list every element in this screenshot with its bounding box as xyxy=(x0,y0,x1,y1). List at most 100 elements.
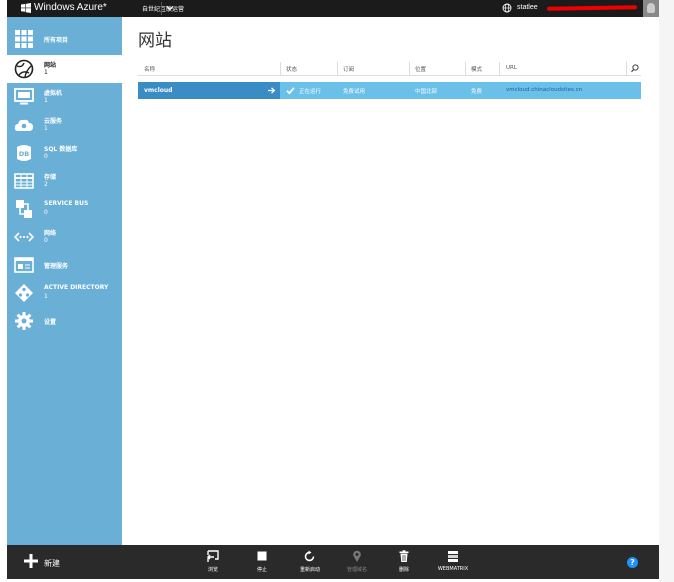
sidebar-item-label: 存储 xyxy=(44,174,57,181)
stop-button[interactable]: 停止 xyxy=(242,550,282,573)
sidebar-item-label: 网站 xyxy=(44,62,57,69)
chevron-down-icon[interactable] xyxy=(165,3,175,13)
column-divider xyxy=(499,62,500,75)
new-button[interactable]: 新建 xyxy=(44,558,60,569)
arrow-right-icon[interactable] xyxy=(267,86,276,95)
sidebar-item-count: 0 xyxy=(44,153,48,160)
avatar[interactable] xyxy=(643,0,659,17)
table-header: 名称 状态 订阅 位置 模式 URL xyxy=(138,62,641,76)
manage-domains-label: 管理域名 xyxy=(346,567,367,573)
window-edge xyxy=(659,0,674,582)
windows-logo-icon xyxy=(21,3,31,13)
column-divider xyxy=(337,62,338,75)
manage-domains-button[interactable]: 管理域名 xyxy=(337,550,377,573)
webmatrix-button[interactable]: WEBMATRIX xyxy=(433,550,473,572)
command-bar: 新建 浏览 停止 重新启动 管理域名 删除 WEBMATRIX ? xyxy=(7,545,659,579)
top-bar: Windows Azure* 自世纪互联运营 statlee xyxy=(7,0,659,17)
sidebar-item-virtual-machines[interactable]: 虚拟机 1 xyxy=(7,83,122,111)
sidebar: 所有项目 网站 1 虚拟机 1 云服务 1 DB SQL 数据库 0 存储 2 … xyxy=(7,17,122,545)
database-icon: DB xyxy=(17,145,31,161)
sidebar-item-networks[interactable]: 网络 0 xyxy=(7,223,122,251)
stop-icon xyxy=(257,551,267,561)
operator-label: 自世纪互联运营 xyxy=(142,6,185,13)
sidebar-item-label: 网络 xyxy=(44,230,57,237)
sidebar-item-label: 云服务 xyxy=(44,118,63,125)
mode-cell: 免费 xyxy=(471,89,483,95)
sidebar-item-label: 所有项目 xyxy=(44,37,69,44)
browse-icon xyxy=(207,550,219,562)
checkmark-icon xyxy=(286,87,295,95)
browse-button[interactable]: 浏览 xyxy=(193,550,233,573)
domain-icon xyxy=(353,550,361,562)
sidebar-item-all-items[interactable]: 所有项目 xyxy=(7,25,122,53)
stop-label: 停止 xyxy=(256,567,267,573)
grid-icon xyxy=(15,30,33,48)
delete-button[interactable]: 删除 xyxy=(384,550,424,573)
sidebar-item-sql-database[interactable]: DB SQL 数据库 0 xyxy=(7,139,122,167)
portal-window: Windows Azure* 自世纪互联运营 statlee 所有项目 网站 1… xyxy=(7,0,659,579)
website-name-cell[interactable]: vmcloud xyxy=(138,82,280,99)
redaction-mark xyxy=(546,5,638,11)
location-cell: 中国北部 xyxy=(415,89,438,95)
table-row[interactable]: vmcloud 正在运行 免费试用 中国北部 免费 vmcloud.chinac… xyxy=(138,82,641,99)
sidebar-item-label: 管理服务 xyxy=(44,263,69,270)
svg-text:DB: DB xyxy=(19,150,29,158)
browse-label: 浏览 xyxy=(207,567,218,573)
webmatrix-icon xyxy=(448,551,458,562)
column-header-name[interactable]: 名称 xyxy=(144,65,155,73)
sidebar-item-settings[interactable]: 设置 xyxy=(7,307,122,335)
column-divider xyxy=(626,62,627,75)
directory-icon xyxy=(15,284,33,302)
cloud-gear-icon xyxy=(14,119,34,131)
restart-label: 重新启动 xyxy=(299,567,320,573)
plus-icon[interactable] xyxy=(24,554,38,568)
globe-icon[interactable] xyxy=(502,3,512,13)
sidebar-item-label: SQL 数据库 xyxy=(44,146,78,153)
sidebar-item-active-directory[interactable]: ACTIVE DIRECTORY 1 xyxy=(7,279,122,307)
column-header-status[interactable]: 状态 xyxy=(286,65,297,73)
service-bus-icon xyxy=(16,200,32,218)
sidebar-item-count: 1 xyxy=(44,69,48,76)
topbar-divider xyxy=(161,2,162,15)
sidebar-item-cloud-services[interactable]: 云服务 1 xyxy=(7,111,122,139)
sidebar-item-count: 0 xyxy=(44,237,48,244)
column-divider xyxy=(280,62,281,75)
sidebar-item-count: 1 xyxy=(44,97,48,104)
sidebar-item-storage[interactable]: 存储 2 xyxy=(7,167,122,195)
sidebar-item-label: 虚拟机 xyxy=(44,90,63,97)
status-cell: 正在运行 xyxy=(299,89,322,95)
help-icon[interactable]: ? xyxy=(627,557,638,568)
column-divider xyxy=(465,62,466,75)
sidebar-item-label: 设置 xyxy=(44,319,57,326)
settings-gear-icon xyxy=(15,312,33,330)
column-divider xyxy=(409,62,410,75)
user-account[interactable]: statlee xyxy=(517,4,538,11)
column-header-location[interactable]: 位置 xyxy=(415,65,426,73)
management-icon xyxy=(14,257,34,273)
main-content: 网站 名称 状态 订阅 位置 模式 URL vmcloud 正在运行 免费试用 … xyxy=(122,17,659,545)
search-icon[interactable] xyxy=(629,62,641,75)
sidebar-item-management-services[interactable]: 管理服务 xyxy=(7,251,122,279)
sidebar-item-service-bus[interactable]: SERVICE BUS 0 xyxy=(7,195,122,223)
subscription-cell: 免费试用 xyxy=(343,89,366,95)
table-icon xyxy=(14,173,34,189)
trash-icon xyxy=(399,550,409,562)
sidebar-item-websites[interactable]: 网站 1 xyxy=(7,55,122,83)
sidebar-item-count: 0 xyxy=(44,209,48,216)
brand-title[interactable]: Windows Azure* xyxy=(34,2,107,13)
sidebar-item-count: 1 xyxy=(44,125,48,132)
url-link[interactable]: vmcloud.chinacloudsites.cn xyxy=(506,87,582,93)
website-name[interactable]: vmcloud xyxy=(144,87,172,94)
sidebar-item-label: SERVICE BUS xyxy=(44,200,89,207)
sidebar-item-label: ACTIVE DIRECTORY xyxy=(44,284,109,291)
delete-label: 删除 xyxy=(398,567,409,573)
column-header-mode[interactable]: 模式 xyxy=(471,65,482,73)
column-header-subscription[interactable]: 订阅 xyxy=(343,65,354,73)
column-header-url[interactable]: URL xyxy=(506,65,517,71)
sidebar-item-count: 2 xyxy=(44,181,48,188)
restart-icon xyxy=(304,550,315,562)
webmatrix-label: WEBMATRIX xyxy=(437,566,469,572)
monitor-icon xyxy=(14,88,34,105)
network-icon xyxy=(14,232,34,242)
restart-button[interactable]: 重新启动 xyxy=(290,550,330,573)
